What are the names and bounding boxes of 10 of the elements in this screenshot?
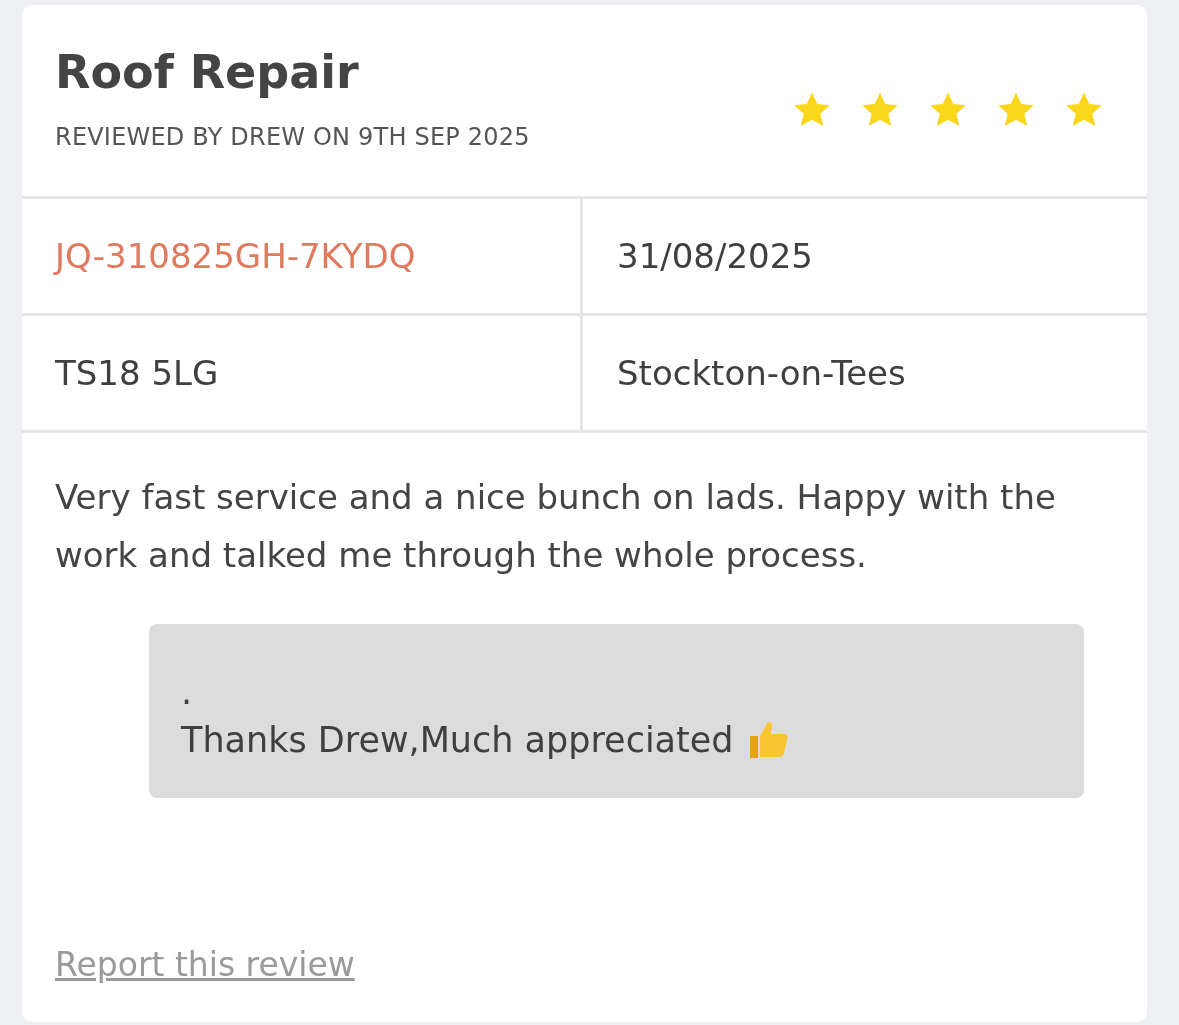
review-text: Very fast service and a nice bunch on lads. Happy with the work and talked me through the whole process.	[54, 476, 1057, 577]
detail-cell: TS18 5LG	[22, 316, 583, 433]
detail-cell: 31/08/2025	[583, 199, 1147, 316]
review-title: Roof Repair	[55, 44, 360, 101]
reviewer-line: REVIEWED BY DREW ON 9TH SEP 2025	[55, 123, 530, 151]
reference-number: JQ-310825GH-7KYDQ	[22, 199, 583, 316]
report-link[interactable]: Report this review	[55, 945, 355, 984]
reply-text: Thanks Drew,Much appreciated	[181, 719, 734, 762]
detail-cell: Stockton-on-Tees	[583, 316, 1147, 433]
reply-text: .	[181, 671, 193, 714]
